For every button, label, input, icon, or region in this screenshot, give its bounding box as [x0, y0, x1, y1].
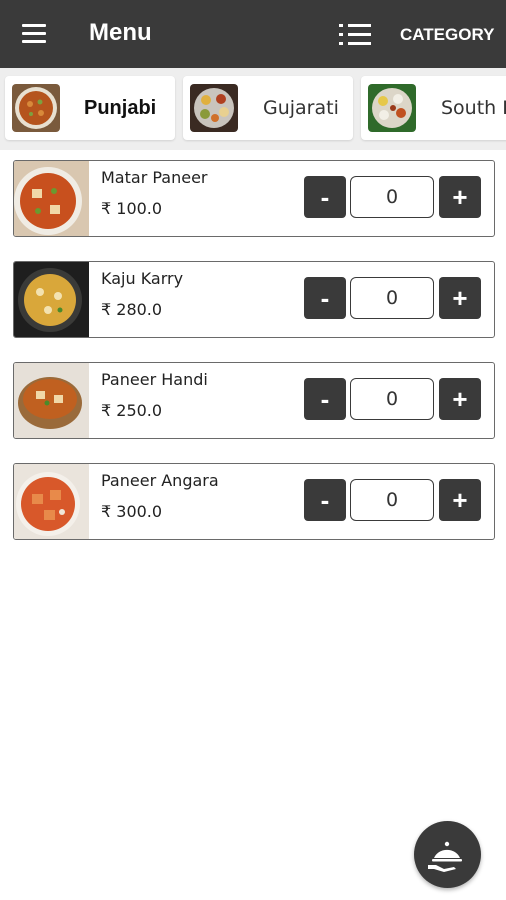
- app-bar: Menu CATEGORY: [0, 0, 506, 68]
- decrease-quantity-button[interactable]: -: [304, 479, 346, 521]
- kaju-karry-photo: [14, 262, 89, 337]
- item-price: ₹ 280.0: [101, 300, 163, 319]
- tab-label: Gujarati: [263, 97, 339, 119]
- quantity-field[interactable]: 0: [350, 277, 434, 319]
- item-price: ₹ 250.0: [101, 401, 163, 420]
- tab-punjabi[interactable]: Punjabi: [5, 76, 175, 140]
- decrease-quantity-button[interactable]: -: [304, 277, 346, 319]
- increase-quantity-button[interactable]: +: [439, 378, 481, 420]
- south-indian-thumbnail: [368, 84, 416, 132]
- tab-gujarati[interactable]: Gujarati: [183, 76, 353, 140]
- list-icon[interactable]: [339, 24, 371, 46]
- tab-south-indian[interactable]: South In: [361, 76, 506, 140]
- item-name: Paneer Angara: [101, 471, 219, 490]
- menu-item-paneer-angara: Paneer Angara ₹ 300.0 - 0 +: [13, 463, 495, 540]
- tab-label: Punjabi: [84, 97, 157, 119]
- menu-item-matar-paneer: Matar Paneer ₹ 100.0 - 0 +: [13, 160, 495, 237]
- increase-quantity-button[interactable]: +: [439, 176, 481, 218]
- quantity-field[interactable]: 0: [350, 176, 434, 218]
- quantity-field[interactable]: 0: [350, 378, 434, 420]
- item-price: ₹ 100.0: [101, 199, 163, 218]
- matar-paneer-photo: [14, 161, 89, 236]
- decrease-quantity-button[interactable]: -: [304, 378, 346, 420]
- paneer-handi-photo: [14, 363, 89, 438]
- view-order-button[interactable]: [414, 821, 481, 888]
- item-name: Matar Paneer: [101, 168, 208, 187]
- increase-quantity-button[interactable]: +: [439, 479, 481, 521]
- item-name: Paneer Handi: [101, 370, 208, 389]
- menu-item-kaju-karry: Kaju Karry ₹ 280.0 - 0 +: [13, 261, 495, 338]
- category-button[interactable]: CATEGORY: [400, 25, 494, 45]
- quantity-field[interactable]: 0: [350, 479, 434, 521]
- tab-label: South In: [441, 97, 506, 119]
- menu-item-paneer-handi: Paneer Handi ₹ 250.0 - 0 +: [13, 362, 495, 439]
- serving-cloche-icon: [428, 841, 462, 872]
- gujarati-thumbnail: [190, 84, 238, 132]
- paneer-angara-photo: [14, 464, 89, 539]
- item-name: Kaju Karry: [101, 269, 184, 288]
- hamburger-icon[interactable]: [22, 24, 46, 44]
- page-title: Menu: [89, 19, 152, 46]
- punjabi-thumbnail: [12, 84, 60, 132]
- decrease-quantity-button[interactable]: -: [304, 176, 346, 218]
- category-tabs: Punjabi Gujarati South I: [0, 68, 506, 150]
- item-price: ₹ 300.0: [101, 502, 163, 521]
- increase-quantity-button[interactable]: +: [439, 277, 481, 319]
